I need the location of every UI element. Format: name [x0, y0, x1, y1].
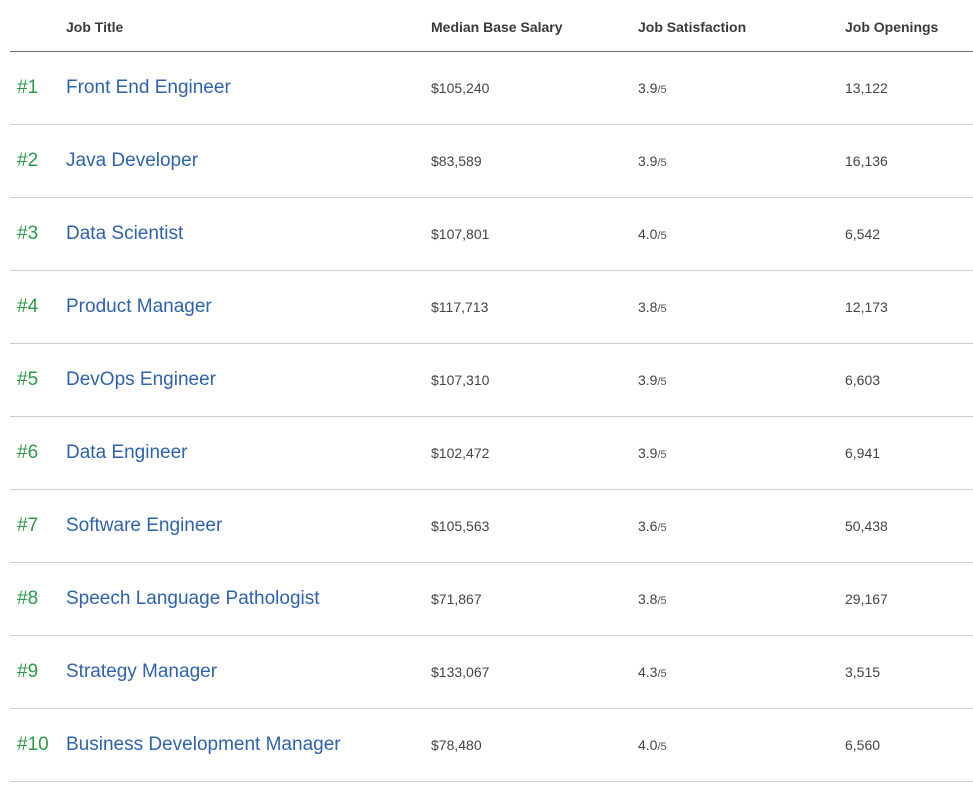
table-row: #6 Data Engineer $102,472 3.9/5 6,941: [10, 417, 973, 490]
job-title-link[interactable]: Strategy Manager: [66, 661, 217, 683]
job-title-link[interactable]: Product Manager: [66, 296, 212, 318]
satisfaction-scale: /5: [657, 303, 667, 315]
rank-number: #5: [17, 369, 39, 390]
median-salary: $83,589: [431, 153, 482, 169]
job-openings: 6,603: [845, 372, 881, 388]
median-salary: $71,867: [431, 591, 482, 607]
median-salary: $102,472: [431, 445, 490, 461]
satisfaction-scale: /5: [657, 84, 667, 96]
job-title-link[interactable]: DevOps Engineer: [66, 369, 216, 391]
rank-number: #8: [17, 588, 39, 609]
satisfaction-scale: /5: [657, 157, 667, 169]
job-satisfaction: 3.9/5: [638, 80, 667, 96]
job-satisfaction: 4.3/5: [638, 664, 667, 680]
job-satisfaction: 3.9/5: [638, 372, 667, 388]
jobs-table: Job Title Median Base Salary Job Satisfa…: [10, 0, 973, 782]
rank-number: #10: [17, 734, 49, 755]
job-openings: 3,515: [845, 664, 881, 680]
median-salary: $107,310: [431, 372, 490, 388]
satisfaction-scale: /5: [657, 522, 667, 534]
satisfaction-score: 4.3: [638, 664, 658, 680]
median-salary: $133,067: [431, 664, 490, 680]
job-satisfaction: 3.8/5: [638, 299, 667, 315]
table-row: #8 Speech Language Pathologist $71,867 3.8/…: [10, 563, 973, 636]
satisfaction-scale: /5: [657, 741, 667, 753]
job-satisfaction: 3.9/5: [638, 445, 667, 461]
rank-number: #2: [17, 150, 39, 171]
table-header: Job Title Median Base Salary Job Satisfa…: [10, 0, 973, 52]
satisfaction-score: 4.0: [638, 737, 658, 753]
satisfaction-scale: /5: [657, 376, 667, 388]
table-row: #3 Data Scientist $107,801 4.0/5 6,542: [10, 198, 973, 271]
job-satisfaction: 3.8/5: [638, 591, 667, 607]
satisfaction-score: 3.9: [638, 445, 658, 461]
satisfaction-score: 3.9: [638, 153, 658, 169]
table-row: #4 Product Manager $117,713 3.8/5 12,173: [10, 271, 973, 344]
header-job-satisfaction[interactable]: Job Satisfaction: [638, 19, 746, 35]
job-openings: 50,438: [845, 518, 888, 534]
satisfaction-scale: /5: [657, 230, 667, 242]
table-row: #7 Software Engineer $105,563 3.6/5 50,438: [10, 490, 973, 563]
table-row: #1 Front End Engineer $105,240 3.9/5 13,122: [10, 52, 973, 125]
job-satisfaction: 4.0/5: [638, 226, 667, 242]
job-satisfaction: 4.0/5: [638, 737, 667, 753]
job-title-link[interactable]: Data Engineer: [66, 442, 187, 464]
median-salary: $105,563: [431, 518, 490, 534]
job-title-link[interactable]: Business Development Manager: [66, 734, 341, 756]
satisfaction-score: 3.9: [638, 80, 658, 96]
table-body: #1 Front End Engineer $105,240 3.9/5 13,122 #…: [10, 52, 973, 782]
median-salary: $78,480: [431, 737, 482, 753]
job-openings: 13,122: [845, 80, 888, 96]
job-title-link[interactable]: Speech Language Pathologist: [66, 588, 320, 610]
satisfaction-scale: /5: [657, 449, 667, 461]
median-salary: $107,801: [431, 226, 490, 242]
header-job-title[interactable]: Job Title: [66, 19, 123, 35]
rank-number: #4: [17, 296, 39, 317]
job-openings: 6,542: [845, 226, 881, 242]
header-job-openings[interactable]: Job Openings: [845, 19, 938, 35]
job-title-link[interactable]: Front End Engineer: [66, 77, 231, 99]
rank-number: #9: [17, 661, 39, 682]
job-satisfaction: 3.9/5: [638, 153, 667, 169]
header-median-base-salary[interactable]: Median Base Salary: [431, 19, 563, 35]
job-title-link[interactable]: Java Developer: [66, 150, 198, 172]
satisfaction-scale: /5: [657, 595, 667, 607]
table-row: #5 DevOps Engineer $107,310 3.9/5 6,603: [10, 344, 973, 417]
job-openings: 6,560: [845, 737, 881, 753]
job-title-link[interactable]: Data Scientist: [66, 223, 183, 245]
median-salary: $105,240: [431, 80, 490, 96]
job-openings: 6,941: [845, 445, 881, 461]
median-salary: $117,713: [431, 299, 489, 315]
satisfaction-scale: /5: [657, 668, 667, 680]
job-openings: 12,173: [845, 299, 888, 315]
rank-number: #7: [17, 515, 39, 536]
satisfaction-score: 3.8: [638, 591, 658, 607]
job-openings: 16,136: [845, 153, 888, 169]
rank-number: #6: [17, 442, 39, 463]
job-openings: 29,167: [845, 591, 888, 607]
table-row: #9 Strategy Manager $133,067 4.3/5 3,515: [10, 636, 973, 709]
rank-number: #3: [17, 223, 39, 244]
table-row: #2 Java Developer $83,589 3.9/5 16,136: [10, 125, 973, 198]
table-row: #10 Business Development Manager $78,480 4.…: [10, 709, 973, 782]
satisfaction-score: 3.8: [638, 299, 658, 315]
satisfaction-score: 4.0: [638, 226, 658, 242]
job-satisfaction: 3.6/5: [638, 518, 667, 534]
rank-number: #1: [17, 77, 39, 98]
job-title-link[interactable]: Software Engineer: [66, 515, 222, 537]
satisfaction-score: 3.6: [638, 518, 658, 534]
satisfaction-score: 3.9: [638, 372, 658, 388]
